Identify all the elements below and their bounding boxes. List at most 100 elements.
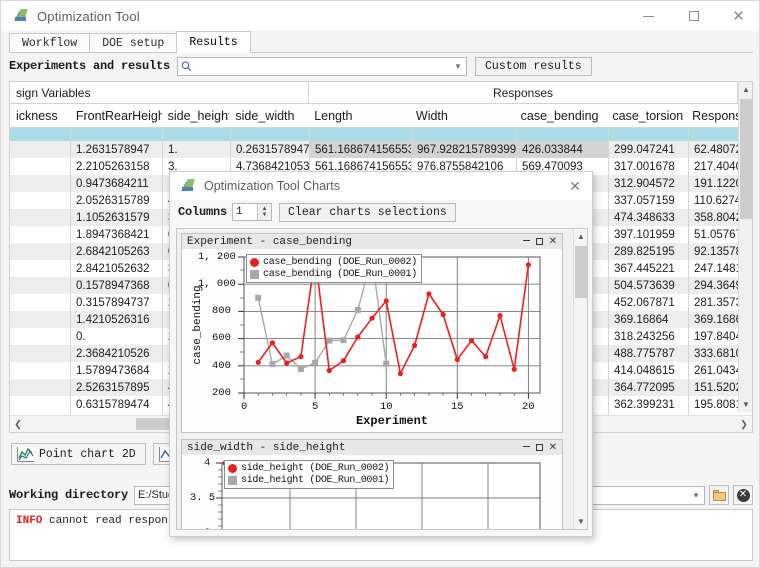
- legend-entry[interactable]: case_bending (DOE_Run_0001): [250, 268, 417, 280]
- close-button[interactable]: ✕: [716, 1, 759, 31]
- maximize-button[interactable]: [671, 1, 716, 31]
- tab-workflow[interactable]: Workflow: [9, 33, 91, 53]
- folder-icon: [712, 489, 726, 501]
- experiments-label: Experiments and results: [9, 59, 171, 73]
- plot-area-side-height[interactable]: 4 3. 5 3 side_height (DOE_Run_0002) side…: [182, 455, 562, 529]
- charts-dialog-toolbar: Columns 1 ▲ ▼ Clear charts selections: [170, 200, 592, 224]
- point-chart-2d-button[interactable]: Point chart 2D: [11, 443, 146, 465]
- scroll-right-icon[interactable]: ❯: [736, 416, 752, 432]
- cell: 2.0526315789: [76, 194, 150, 207]
- y-tick-label: 600: [212, 332, 231, 344]
- working-directory-label: Working directory: [9, 488, 129, 502]
- cell: 151.520233: [694, 381, 740, 394]
- chart-frame-side-width-side-height[interactable]: side_width - side_height ✕ 4 3. 5 side_h…: [181, 439, 563, 529]
- legend-marker-circle-icon: [250, 257, 259, 267]
- chevron-up-icon[interactable]: ▲: [574, 229, 587, 244]
- cell: 92.135788: [694, 245, 740, 258]
- window-title: Optimization Tool: [37, 8, 140, 24]
- y-tick-label: 800: [212, 305, 231, 317]
- cell: 312.904572: [614, 177, 675, 190]
- columns-stepper[interactable]: 1 ▲ ▼: [232, 203, 273, 221]
- clear-charts-selections-button[interactable]: Clear charts selections: [279, 202, 456, 222]
- chevron-down-icon[interactable]: ▾: [688, 487, 704, 504]
- cell: [10, 379, 70, 396]
- browse-folder-button[interactable]: [709, 485, 729, 505]
- scrollbar-thumb[interactable]: [740, 99, 752, 219]
- chevron-down-icon[interactable]: ▾: [450, 58, 466, 75]
- charts-dialog-close-button[interactable]: ✕: [558, 172, 592, 200]
- y-tick-label: 1, 200: [198, 251, 236, 263]
- scroll-down-icon[interactable]: ▼: [739, 397, 752, 412]
- column-header-side-width[interactable]: side_width: [229, 104, 309, 127]
- column-header-frontrearheight[interactable]: FrontRearHeight: [69, 104, 162, 127]
- scrollbar-thumb[interactable]: [575, 246, 587, 298]
- maximize-icon[interactable]: [535, 444, 543, 451]
- search-combo[interactable]: ▾: [177, 56, 468, 76]
- cell: 299.047241: [614, 143, 675, 156]
- column-header-side-height[interactable]: side_height: [161, 104, 230, 127]
- column-header-length[interactable]: Length: [308, 104, 410, 127]
- chevron-down-icon[interactable]: ▼: [574, 514, 587, 529]
- cell: [10, 209, 70, 226]
- minimize-icon[interactable]: [522, 446, 530, 449]
- cell: [10, 128, 70, 141]
- x-tick-label: 10: [380, 401, 393, 413]
- clear-directory-button[interactable]: ✕: [733, 485, 753, 505]
- column-header-response[interactable]: Response: [686, 104, 739, 127]
- charts-vertical-scrollbar[interactable]: ▲ ▼: [573, 229, 587, 529]
- legend-entry[interactable]: side_height (DOE_Run_0002): [228, 462, 390, 474]
- tab-doe-setup[interactable]: DOE setup: [89, 33, 178, 53]
- log-level: INFO: [16, 515, 43, 527]
- charts-dialog-titlebar: Optimization Tool Charts ✕: [170, 172, 592, 200]
- cell: [10, 362, 70, 379]
- cell: 2.5263157895: [76, 381, 150, 394]
- column-header-thickness[interactable]: ickness: [10, 104, 70, 127]
- x-axis-title: Experiment: [355, 414, 428, 428]
- legend-marker-circle-icon: [228, 463, 237, 473]
- columns-value[interactable]: 1: [233, 206, 257, 218]
- cell: 397.101959: [614, 228, 675, 241]
- charts-scroll-area[interactable]: Experiment - case_bending ✕ 1, 200 1, 00…: [176, 228, 588, 530]
- line-chart-icon: [17, 446, 34, 462]
- cell: 247.148193: [694, 262, 740, 275]
- scroll-up-icon[interactable]: ▲: [739, 82, 752, 97]
- cell: [10, 294, 70, 311]
- chart-frame-controls: ✕: [522, 237, 562, 247]
- plot-area-case-bending[interactable]: 1, 200 1, 000 800 600 400 200 0 5 10 15 …: [182, 249, 562, 432]
- window-controls: ✕: [626, 1, 759, 31]
- stepper-down-icon[interactable]: ▼: [262, 212, 268, 218]
- table-header-row: ickness FrontRearHeight side_height side…: [10, 104, 752, 128]
- clear-circle-icon: ✕: [736, 488, 750, 502]
- cell: 1.5789473684: [76, 364, 150, 377]
- column-header-case-torsion[interactable]: case_torsion: [606, 104, 687, 127]
- legend-entry[interactable]: side_height (DOE_Run_0001): [228, 474, 390, 486]
- cell: 318.243256: [614, 330, 675, 343]
- x-tick-label: 15: [451, 401, 464, 413]
- cell: [162, 128, 230, 141]
- cell: 333.68103: [694, 347, 740, 360]
- columns-stepper-buttons[interactable]: ▲ ▼: [257, 204, 272, 220]
- cell: 367.445221: [614, 262, 675, 275]
- minimize-icon[interactable]: [522, 240, 530, 243]
- maximize-icon[interactable]: [535, 238, 543, 245]
- close-icon[interactable]: ✕: [549, 443, 557, 453]
- custom-results-button[interactable]: Custom results: [475, 56, 592, 76]
- column-header-width[interactable]: Width: [409, 104, 515, 127]
- scroll-left-icon[interactable]: ❮: [10, 416, 26, 432]
- column-header-case-bending[interactable]: case_bending: [514, 104, 607, 127]
- cell: 0.: [76, 330, 86, 343]
- legend-label: case_bending (DOE_Run_0002): [263, 256, 417, 268]
- chart-frame-experiment-case-bending[interactable]: Experiment - case_bending ✕ 1, 200 1, 00…: [181, 233, 563, 433]
- legend-entry[interactable]: case_bending (DOE_Run_0002): [250, 256, 417, 268]
- cell: [10, 311, 70, 328]
- table-row[interactable]: 1.2631578947 1. 0.2631578947 561.1686741…: [10, 141, 752, 158]
- window-titlebar: Optimization Tool ✕: [1, 1, 759, 31]
- cell: 289.825195: [614, 245, 675, 258]
- minimize-button[interactable]: [626, 1, 671, 31]
- x-tick-label: 5: [312, 401, 319, 413]
- table-vertical-scrollbar[interactable]: ▲ ▼: [738, 82, 752, 412]
- tab-results[interactable]: Results: [176, 31, 251, 53]
- close-icon[interactable]: ✕: [549, 237, 557, 247]
- cell: [10, 175, 70, 192]
- table-row[interactable]: [10, 128, 752, 141]
